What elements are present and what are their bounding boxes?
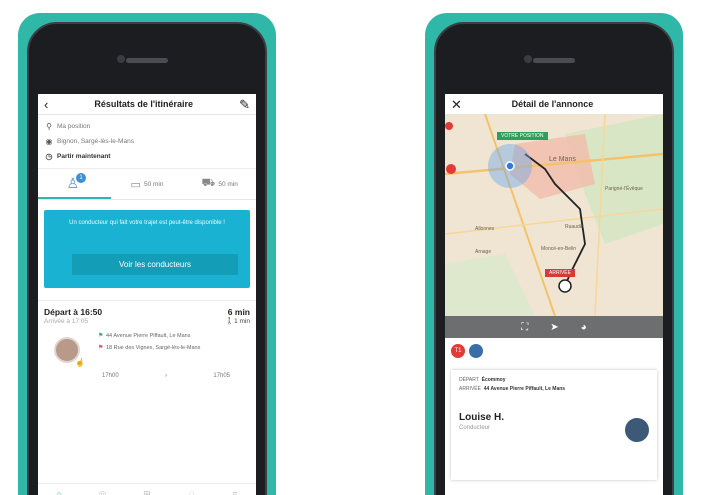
stop-label: Ma position	[57, 123, 91, 130]
map-label: Moncé-en-Belin	[541, 246, 577, 252]
add-icon[interactable]: ⊞	[143, 489, 151, 495]
bus-icon: ▭	[130, 178, 141, 191]
back-icon[interactable]: ‹	[44, 98, 48, 111]
avatar: ☝	[54, 337, 85, 367]
driver-name: Louise H.	[459, 412, 505, 423]
map-label: Arnage	[475, 249, 492, 255]
red-flag-icon: ⚑	[98, 345, 104, 351]
departure-line: DÉPART Écommoy	[459, 376, 649, 385]
arrival-value: 44 Avenue Pierre Piffault, Le Mans	[483, 386, 566, 392]
page-title: Détail de l'annonce	[511, 99, 594, 109]
close-icon[interactable]: ✕	[451, 98, 462, 111]
hand-icon: ☝	[75, 358, 85, 367]
clock-icon: ◷	[45, 152, 53, 161]
right-phone: ✕ Détail de l'annonce VOTRE POSITION ARR…	[434, 22, 674, 495]
car-icon: ⛟	[201, 177, 216, 189]
map-label: Allonnes	[475, 226, 495, 232]
alerts-icon[interactable]: ♢	[187, 489, 195, 495]
map-label: Parigné-l'Évêque	[605, 186, 643, 192]
speaker	[126, 58, 168, 63]
time-end: 17h05	[213, 373, 230, 379]
map-label: Le Mans	[549, 156, 576, 163]
camera	[117, 55, 125, 63]
stop-label: Bignon, Sargé-lès-le-Mans	[57, 138, 134, 145]
tab-carpool[interactable]: ♙ 1	[38, 169, 111, 199]
green-flag-icon: ⚑	[98, 333, 104, 339]
route-stops: ⚲ Ma position ◉ Bignon, Sargé-lès-le-Man…	[38, 115, 256, 169]
line-chips: T1	[445, 338, 663, 364]
map-toolbar: ⛶ ➤ ◕	[445, 316, 663, 338]
page-title: Résultats de l'itinéraire	[94, 99, 194, 109]
listing-detail-card: DÉPART Écommoy ARRIVÉE 44 Avenue Pierre …	[451, 370, 657, 480]
trip-result[interactable]: Départ à 16:50 6 min Arrivée à 17:05 🚶 1…	[38, 300, 256, 379]
driver-summary: ☝ ⚑ 44 Avenue Pierre Piffault, Le Mans ⚑…	[44, 332, 250, 367]
stop-origin[interactable]: ⚲ Ma position	[44, 119, 250, 134]
camera	[524, 55, 532, 63]
tab-car[interactable]: ⛟ 50 min	[183, 169, 256, 199]
left-phone: ‹ Résultats de l'itinéraire ✎ ⚲ Ma posit…	[27, 22, 267, 495]
map-label: Ruaudin	[565, 224, 584, 230]
explore-icon[interactable]: ◎	[99, 489, 107, 495]
trip-header: Départ à 16:50 6 min	[44, 307, 250, 317]
route-map[interactable]: VOTRE POSITION ARRIVÉE Le Mans Allonnes …	[445, 114, 663, 316]
promo-text: Un conducteur qui fait votre trajet est …	[69, 220, 225, 226]
right-screen: ✕ Détail de l'annonce VOTRE POSITION ARR…	[445, 94, 663, 495]
location-pin-icon: ⚲	[46, 122, 52, 131]
address-list: ⚑ 44 Avenue Pierre Piffault, Le Mans ⚑ 1…	[98, 332, 200, 363]
tab-bus[interactable]: ▭ 50 min	[111, 169, 184, 199]
locate-icon[interactable]: ➤	[550, 322, 558, 333]
end-flag: ARRIVÉE	[545, 269, 575, 277]
bottom-tab-bar: ⌂ ◎ ⊞ ♢ ≡	[38, 483, 256, 495]
left-screen: ‹ Résultats de l'itinéraire ✎ ⚲ Ma posit…	[38, 94, 256, 495]
see-drivers-button[interactable]: Voir les conducteurs	[72, 254, 238, 275]
poi-marker[interactable]	[446, 164, 456, 174]
edit-icon[interactable]: ✎	[239, 98, 250, 111]
speaker	[533, 58, 575, 63]
map-svg	[445, 114, 663, 316]
arrival-time: Arrivée à 17:05	[44, 317, 89, 325]
destination-marker[interactable]	[558, 279, 572, 293]
right-phone-card: ✕ Détail de l'annonce VOTRE POSITION ARR…	[425, 13, 683, 495]
trip-subheader: Arrivée à 17:05 🚶 1 min	[44, 317, 250, 326]
start-flag: VOTRE POSITION	[497, 132, 548, 140]
home-icon[interactable]: ⌂	[56, 489, 61, 495]
pickup-label: 44 Avenue Pierre Piffault, Le Mans	[106, 333, 191, 339]
transport-tabs: ♙ 1 ▭ 50 min ⛟ 50 min	[38, 169, 256, 200]
time-start: 17h00	[102, 373, 119, 379]
tab-label: 50 min	[218, 180, 238, 188]
left-nav-bar: ‹ Résultats de l'itinéraire ✎	[38, 94, 256, 115]
tab-label: 50 min	[143, 180, 164, 188]
dropoff-address: ⚑ 18 Rue des Vignes, Sargé-lès-le-Mans	[98, 344, 200, 352]
menu-icon[interactable]: ≡	[232, 489, 237, 495]
walk-duration: 🚶 1 min	[225, 318, 250, 325]
departure-value: Écommoy	[481, 377, 506, 383]
layers-icon[interactable]: ◕	[581, 322, 587, 333]
arrival-label: ARRIVÉE	[459, 386, 481, 392]
count-badge: 1	[76, 173, 86, 183]
target-icon: ◉	[45, 137, 53, 146]
departure-label: DÉPART	[459, 377, 479, 383]
avatar[interactable]	[625, 418, 649, 442]
left-phone-card: ‹ Résultats de l'itinéraire ✎ ⚲ Ma posit…	[18, 13, 276, 495]
driver-role: Conducteur	[459, 425, 491, 431]
current-position-dot	[505, 161, 515, 171]
stop-time[interactable]: ◷ Partir maintenant	[44, 149, 250, 164]
driver-chip[interactable]	[469, 344, 483, 358]
departure-time: Départ à 16:50	[44, 307, 103, 317]
dropoff-label: 18 Rue des Vignes, Sargé-lès-le-Mans	[106, 345, 201, 351]
time-arrow: ›	[165, 373, 167, 379]
line-badge[interactable]: T1	[451, 344, 465, 358]
stop-label: Partir maintenant	[57, 153, 111, 160]
promo-banner: Un conducteur qui fait votre trajet est …	[44, 210, 250, 288]
walk-value: 1 min	[234, 318, 250, 325]
trip-duration: 6 min	[227, 307, 250, 317]
right-nav-bar: ✕ Détail de l'annonce	[445, 94, 663, 114]
fullscreen-icon[interactable]: ⛶	[521, 322, 528, 333]
poi-marker[interactable]	[445, 122, 453, 130]
arrival-line: ARRIVÉE 44 Avenue Pierre Piffault, Le Ma…	[459, 385, 649, 394]
pickup-address: ⚑ 44 Avenue Pierre Piffault, Le Mans	[98, 332, 200, 340]
stop-destination[interactable]: ◉ Bignon, Sargé-lès-le-Mans	[44, 134, 250, 149]
